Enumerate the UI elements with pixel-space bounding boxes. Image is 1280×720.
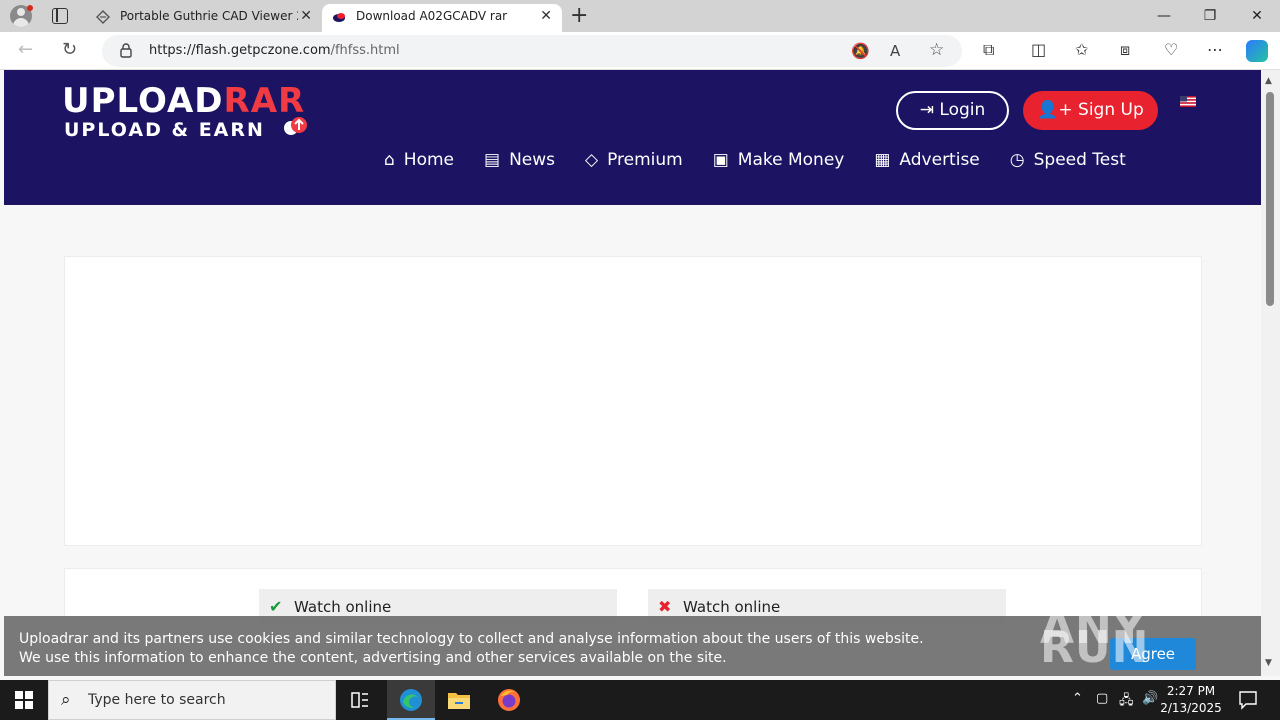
signup-label: Sign Up [1078,100,1144,120]
tab-guthrie[interactable]: Portable Guthrie CAD Viewer 202 ✕ [86,4,322,32]
meet-now-icon[interactable]: ▢ [1096,691,1108,706]
anyrun-watermark: ANY RUN [1040,603,1150,673]
uploadrar-favicon-icon [333,13,345,22]
news-icon: ▤ [484,150,501,170]
tab-title: Download A02GCADV rar [356,9,508,23]
favorite-star-icon[interactable]: ☆ [929,40,944,60]
web-page: UPLOADRAR UPLOAD & EARN ⇥ Login 👤+ Sign … [4,70,1261,676]
clock-time: 2:27 PM [1166,684,1216,698]
browser-tab-strip: Portable Guthrie CAD Viewer 202 ✕ Downlo… [0,0,1280,32]
notifications-blocked-icon[interactable]: 🔕 [851,42,870,60]
new-tab-icon[interactable]: + [570,4,588,28]
windows-taskbar: ⌕ Type here to search ⌃ ▢ 🖧 🔊 2:27 PM 2/… [0,680,1280,720]
search-icon: ⌕ [61,690,71,710]
browser-toolbar: ← ↻ https://flash.getpczone.com/fhfss.ht… [0,32,1280,70]
clock-icon: ◷ [1009,150,1025,170]
user-plus-icon: 👤+ [1037,100,1073,120]
url-path: /fhfss.html [330,43,400,58]
nav-advertise[interactable]: ▦ Advertise [874,150,979,170]
settings-more-icon[interactable]: ⋯ [1207,41,1223,59]
main-navigation: ⌂ Home ▤ News ◇ Premium ▣ Make Money ▦ Advert… [384,150,1156,170]
clock-date: 2/13/2025 [1160,701,1222,715]
nav-label: Home [403,150,454,170]
page-favicon-icon [96,10,110,24]
tab-title: Portable Guthrie CAD Viewer 202 [120,9,298,23]
minimize-icon[interactable]: — [1141,0,1187,32]
taskbar-clock[interactable]: 2:27 PM 2/13/2025 [1160,683,1222,717]
signup-button[interactable]: 👤+ Sign Up [1023,91,1158,130]
scrollbar-thumb[interactable] [1266,92,1274,306]
lock-icon[interactable] [120,43,132,58]
logo-text-o: O [137,81,167,121]
notification-center-icon[interactable] [1238,690,1258,710]
taskbar-search[interactable]: ⌕ Type here to search [48,680,336,720]
close-tab-icon[interactable]: ✕ [300,4,312,28]
show-hidden-icons-icon[interactable]: ⌃ [1072,691,1083,706]
login-label: Login [939,100,986,120]
nav-label: Make Money [737,150,845,170]
diamond-icon: ◇ [585,150,599,170]
watch-label: Watch online [294,598,392,616]
tab-download[interactable]: Download A02GCADV rar ✕ [322,4,562,32]
money-icon: ▣ [712,150,729,170]
restore-icon[interactable]: ❐ [1187,0,1233,32]
cloud-upload-icon [284,117,307,135]
extensions-icon[interactable]: ⧉ [983,41,994,59]
collections-icon[interactable]: ⧈ [1120,41,1130,59]
nav-news[interactable]: ▤ News [484,150,555,170]
split-screen-icon[interactable]: ◫ [1031,41,1046,59]
ad-placeholder [64,256,1202,546]
home-icon: ⌂ [384,150,395,170]
windows-start-icon[interactable] [15,691,33,709]
edge-taskbar-icon[interactable] [387,680,435,720]
tab-actions-icon[interactable] [52,8,68,24]
nav-label: Speed Test [1033,150,1126,170]
nav-speed-test[interactable]: ◷ Speed Test [1010,150,1126,170]
nav-make-money[interactable]: ▣ Make Money [713,150,845,170]
nav-label: Premium [607,150,683,170]
url-host: https://flash.getpczone.com [149,43,331,58]
page-scrollbar[interactable]: ▲ ▼ [1261,70,1280,676]
notification-dot [27,5,33,11]
browser-essentials-icon[interactable]: ♡ [1164,41,1178,59]
logo-text-upload: UPL [62,81,138,121]
nav-label: Advertise [899,150,980,170]
volume-icon[interactable]: 🔊 [1142,691,1158,706]
firefox-icon[interactable] [485,680,533,720]
site-logo[interactable]: UPLOADRAR [62,81,305,121]
read-aloud-icon[interactable]: A [890,42,900,60]
scroll-up-icon[interactable]: ▲ [1265,76,1272,86]
logo-tagline: UPLOAD & EARN [64,119,265,141]
advertise-icon: ▦ [874,150,891,170]
site-header: UPLOADRAR UPLOAD & EARN ⇥ Login 👤+ Sign … [4,70,1261,205]
cookie-banner: Uploadrar and its partners use cookies a… [4,603,1261,676]
close-window-icon[interactable]: ✕ [1234,0,1280,32]
taskbar-search-placeholder: Type here to search [88,692,226,708]
nav-label: News [509,150,555,170]
scroll-down-icon[interactable]: ▼ [1265,658,1272,668]
logo-text-ad: AD [166,81,224,121]
us-flag-icon[interactable] [1180,96,1196,107]
login-button[interactable]: ⇥ Login [896,91,1009,130]
close-tab-icon[interactable]: ✕ [540,4,552,28]
file-explorer-icon[interactable] [435,680,483,720]
copilot-icon[interactable] [1246,40,1268,62]
task-view-icon[interactable] [336,680,384,720]
watch-label: Watch online [683,598,781,616]
favorites-icon[interactable]: ✩ [1075,41,1088,59]
nav-home[interactable]: ⌂ Home [384,150,454,170]
network-icon[interactable]: 🖧 [1119,691,1134,713]
nav-premium[interactable]: ◇ Premium [585,150,683,170]
sign-in-icon: ⇥ [919,100,934,120]
back-icon[interactable]: ← [18,40,33,60]
address-bar[interactable]: https://flash.getpczone.com/fhfss.html 🔕… [102,35,962,67]
url-text[interactable]: https://flash.getpczone.com/fhfss.html [149,43,400,58]
refresh-icon[interactable]: ↻ [62,40,77,60]
